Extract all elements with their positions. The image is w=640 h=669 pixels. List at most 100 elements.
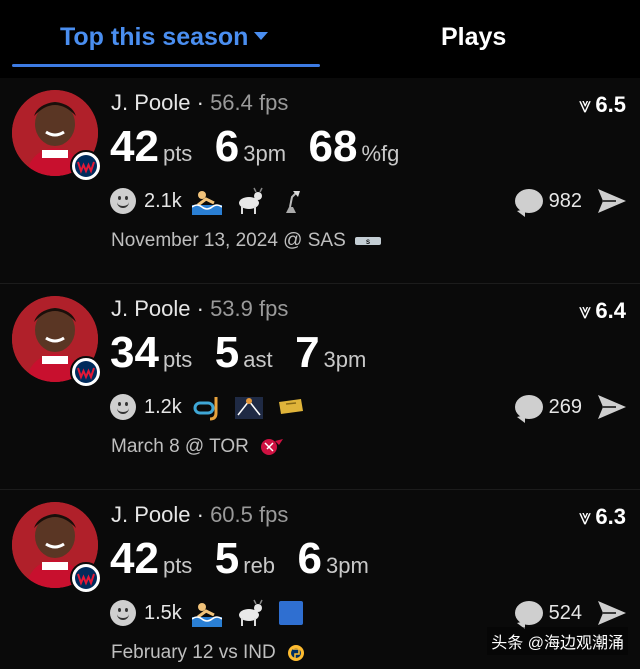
rating-value: 6.5 [595,92,626,117]
stat-number: 68 [308,122,358,171]
game-date: February 12 vs IND [111,642,312,664]
share-icon[interactable] [596,599,628,627]
stat-line: 34 pts 5 ast 7 3pm [110,328,384,380]
comment-icon[interactable] [514,601,543,629]
stat-line: 42 pts 5 reb 6 3pm [110,534,387,586]
rating-icon: ⩔ [578,298,592,323]
smiley-icon[interactable] [110,188,136,214]
stat-item: 7 3pm [295,328,366,378]
stat-unit: pts [162,347,193,372]
blue-square-icon[interactable] [276,599,306,627]
team-logo-icon [70,150,102,182]
player-name[interactable]: J. Poole [111,502,191,527]
stat-number: 5 [214,328,240,377]
game-date-text: November 13, 2024 @ SAS [111,230,346,251]
rating-value: 6.4 [595,298,626,323]
stat-item: 68 %fg [309,122,400,172]
game-date: November 13, 2024 @ SAS S [111,230,382,252]
game-date-text: February 12 vs IND [111,642,276,663]
smiley-icon[interactable] [110,600,136,626]
reaction-count: 1.5k [144,601,182,624]
stat-item: 42 pts [110,534,192,584]
rating-icon: ⩔ [578,92,592,117]
game-date: March 8 @ TOR [111,436,285,458]
stat-number: 34 [110,328,159,377]
stat-number: 6 [297,534,322,583]
stat-number: 5 [214,534,240,583]
rating-value: 6.3 [595,504,626,529]
pacers-logo-icon [284,643,312,663]
rating: ⩔ 6.5 [579,92,626,118]
comments-row: 524 [514,598,628,629]
rating: ⩔ 6.4 [579,298,626,324]
tab-top-this-season[interactable]: Top this season [60,20,269,54]
comment-count: 982 [548,189,582,212]
team-logo-icon [70,356,102,388]
fps-label: 53.9 fps [210,296,289,321]
stat-unit: reb [243,553,276,578]
stat-unit: 3pm [323,347,367,372]
fps-label: 56.4 fps [210,90,289,115]
play-card[interactable]: J. Poole · 56.4 fps ⩔ 6.5 42 pts 6 3pm 68 %f… [0,78,640,284]
stat-item: 42 pts [110,122,192,172]
chevron-down-icon[interactable] [254,32,269,41]
raptors-logo-icon [257,437,285,457]
stat-number: 6 [214,122,240,171]
stat-number: 42 [110,534,159,583]
stat-unit: 3pm [243,141,287,166]
stat-item: 34 pts [110,328,192,378]
svg-text:S: S [366,240,370,246]
comment-icon[interactable] [514,189,543,217]
comments-row: 982 [514,186,628,217]
snorkel-icon[interactable] [192,393,222,421]
stat-number: 7 [295,328,320,377]
tab-bar: Top this season Plays [0,0,640,78]
rating-icon: ⩔ [578,504,592,529]
tab-plays[interactable]: Plays [441,20,506,54]
ticket-icon[interactable] [276,393,306,421]
lamp-icon[interactable] [276,187,306,215]
stat-unit: pts [162,553,193,578]
team-logo-icon [70,562,102,594]
reaction-count: 2.1k [144,189,182,212]
spurs-logo-icon: S [354,231,382,251]
reactions-row: 1.2k [110,392,318,422]
stat-unit: pts [162,141,193,166]
stat-item: 6 3pm [298,534,369,584]
share-icon[interactable] [596,187,628,215]
reaction-count: 1.2k [144,395,182,418]
stat-unit: 3pm [325,553,369,578]
player-line: J. Poole · 56.4 fps [111,90,289,115]
rating: ⩔ 6.3 [579,504,626,530]
stat-unit: ast [243,347,273,372]
goat-icon[interactable] [234,599,264,627]
stat-item: 5 reb [215,534,275,584]
swimmer-icon[interactable] [191,599,222,627]
player-name[interactable]: J. Poole [111,296,191,321]
swimmer-icon[interactable] [191,187,222,215]
goat-icon[interactable] [234,187,264,215]
stat-item: 5 ast [215,328,273,378]
reactions-row: 1.5k [110,598,318,628]
player-line: J. Poole · 60.5 fps [111,502,289,527]
comment-count: 269 [548,395,582,418]
smiley-icon[interactable] [110,394,136,420]
basketball-court-icon[interactable] [234,393,264,421]
stat-number: 42 [110,122,159,171]
active-tab-indicator [12,64,320,67]
game-date-text: March 8 @ TOR [111,436,249,457]
fps-label: 60.5 fps [210,502,289,527]
stat-line: 42 pts 6 3pm 68 %fg [110,122,417,174]
share-icon[interactable] [596,393,628,421]
comment-icon[interactable] [514,395,543,423]
stat-unit: %fg [361,141,400,166]
comment-count: 524 [548,601,582,624]
watermark: 头条 @海边观潮涌 [487,627,628,655]
tab-top-label: Top this season [60,23,249,51]
player-line: J. Poole · 53.9 fps [111,296,289,321]
reactions-row: 2.1k [110,186,318,216]
stat-item: 6 3pm [215,122,286,172]
play-card[interactable]: J. Poole · 53.9 fps ⩔ 6.4 34 pts 5 ast 7 3pm… [0,284,640,490]
comments-row: 269 [514,392,628,423]
player-name[interactable]: J. Poole [111,90,191,115]
